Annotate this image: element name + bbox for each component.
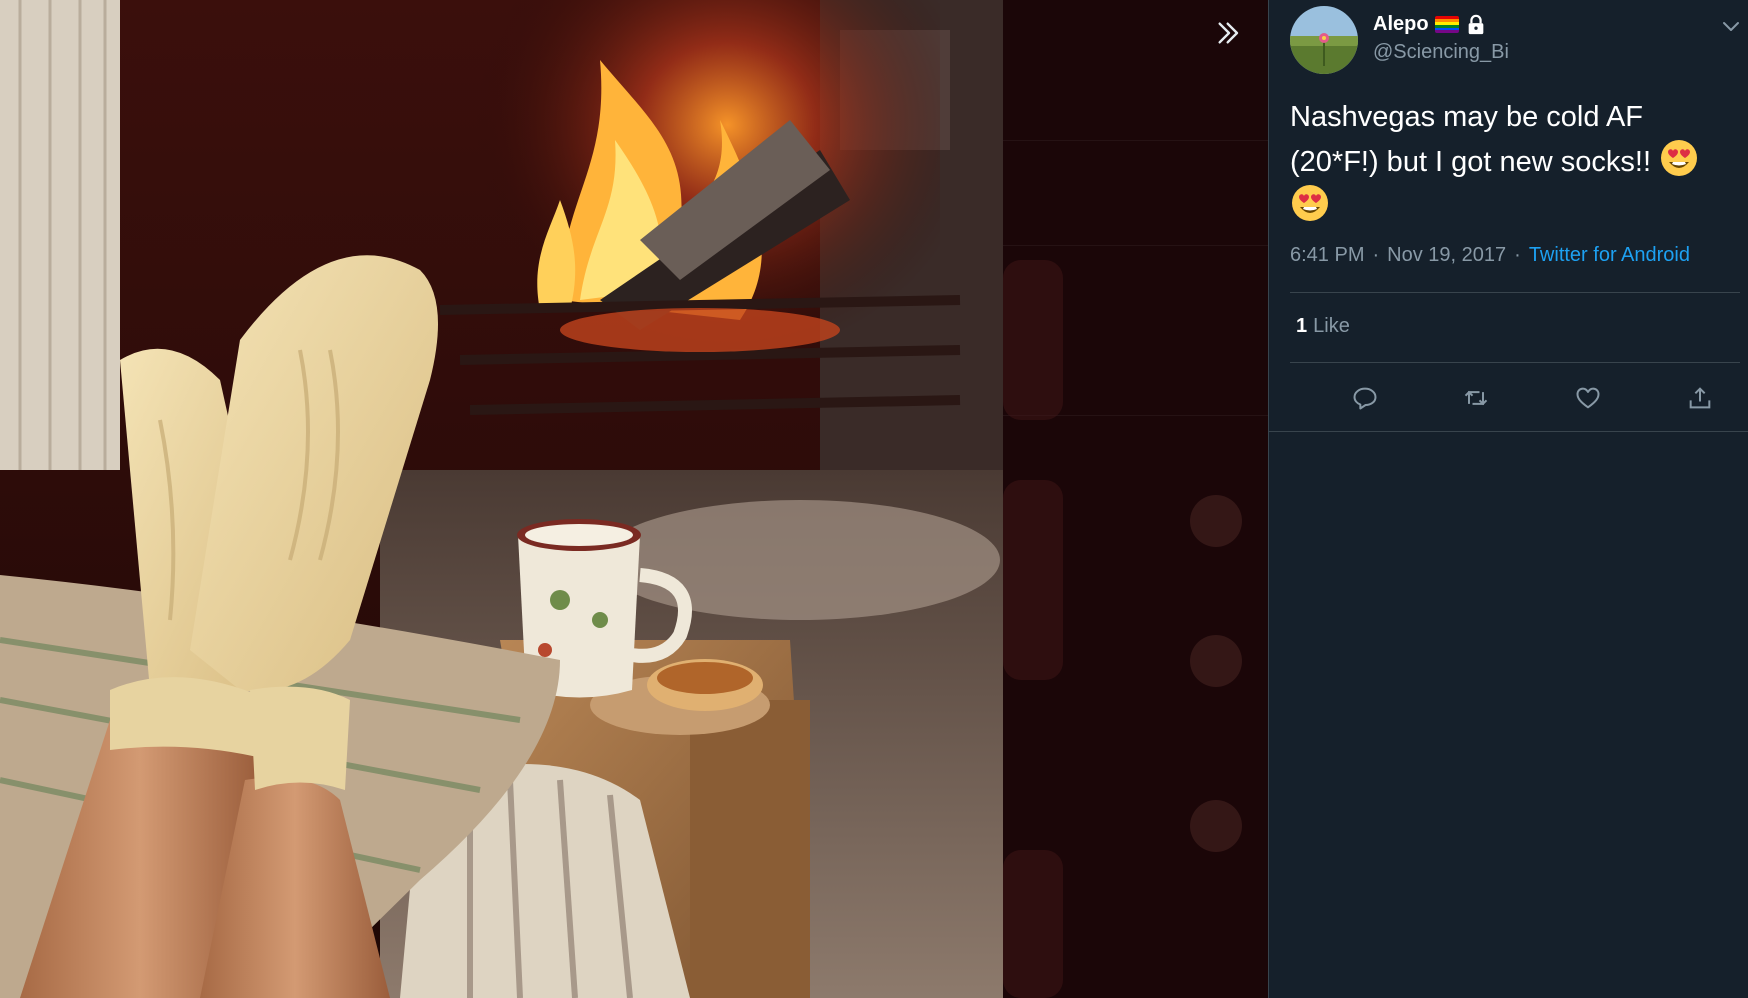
meta-separator: ·: [1514, 244, 1521, 266]
heart-icon: [1576, 387, 1600, 409]
like-count: 1: [1296, 315, 1308, 337]
heart-eyes-emoji-icon: [1659, 138, 1699, 178]
meta-separator: ·: [1372, 244, 1380, 266]
share-icon: [1689, 387, 1711, 409]
lock-icon: [1468, 14, 1483, 34]
avatar[interactable]: [1290, 6, 1358, 74]
retweet-button[interactable]: [1456, 378, 1496, 418]
collapse-panel-button[interactable]: [1208, 12, 1250, 54]
divider: [1290, 362, 1740, 363]
chevron-double-right-icon: [1218, 22, 1239, 44]
reply-icon: [1353, 387, 1377, 410]
divider: [1290, 292, 1740, 293]
divider: [1269, 431, 1748, 432]
author-display-name[interactable]: Alepo: [1373, 13, 1429, 36]
tweet-text: Nashvegas may be cold AF (20*F!) but I g…: [1290, 96, 1740, 228]
author-handle[interactable]: @Sciencing_Bi: [1373, 41, 1509, 64]
tweet-date[interactable]: Nov 19, 2017: [1387, 244, 1506, 267]
like-button[interactable]: [1568, 378, 1608, 418]
retweet-icon: [1464, 390, 1488, 406]
tweet-text-line-2: (20*F!) but I got new socks!!: [1290, 146, 1652, 178]
chevron-down-icon[interactable]: [1719, 14, 1743, 38]
tweet-action-bar: [1269, 372, 1748, 424]
tweet-source-link[interactable]: Twitter for Android: [1529, 244, 1690, 267]
media-viewer-image: [0, 0, 1003, 998]
likes-summary[interactable]: 1 Like: [1296, 315, 1350, 338]
author-name-row: Alepo: [1373, 13, 1487, 36]
tweet-header: Alepo @Sciencing_Bi: [1269, 0, 1748, 88]
dimmed-timeline-backdrop: [1003, 0, 1268, 998]
fireplace-socks-photo: [0, 0, 1003, 998]
tweet-text-line-1: Nashvegas may be cold AF: [1290, 101, 1644, 133]
tweet-detail-panel: Alepo @Sciencing_Bi Nashvegas may be col…: [1268, 0, 1748, 998]
share-button[interactable]: [1680, 378, 1720, 418]
reply-button[interactable]: [1345, 378, 1385, 418]
rainbow-flag-icon: [1434, 16, 1459, 33]
like-label: Like: [1313, 315, 1350, 337]
tweet-metadata: 6:41 PM · Nov 19, 2017 · Twitter for And…: [1290, 244, 1690, 267]
tweet-time[interactable]: 6:41 PM: [1290, 244, 1364, 267]
heart-eyes-emoji-icon: [1290, 183, 1330, 223]
avatar-image: [1290, 6, 1358, 74]
